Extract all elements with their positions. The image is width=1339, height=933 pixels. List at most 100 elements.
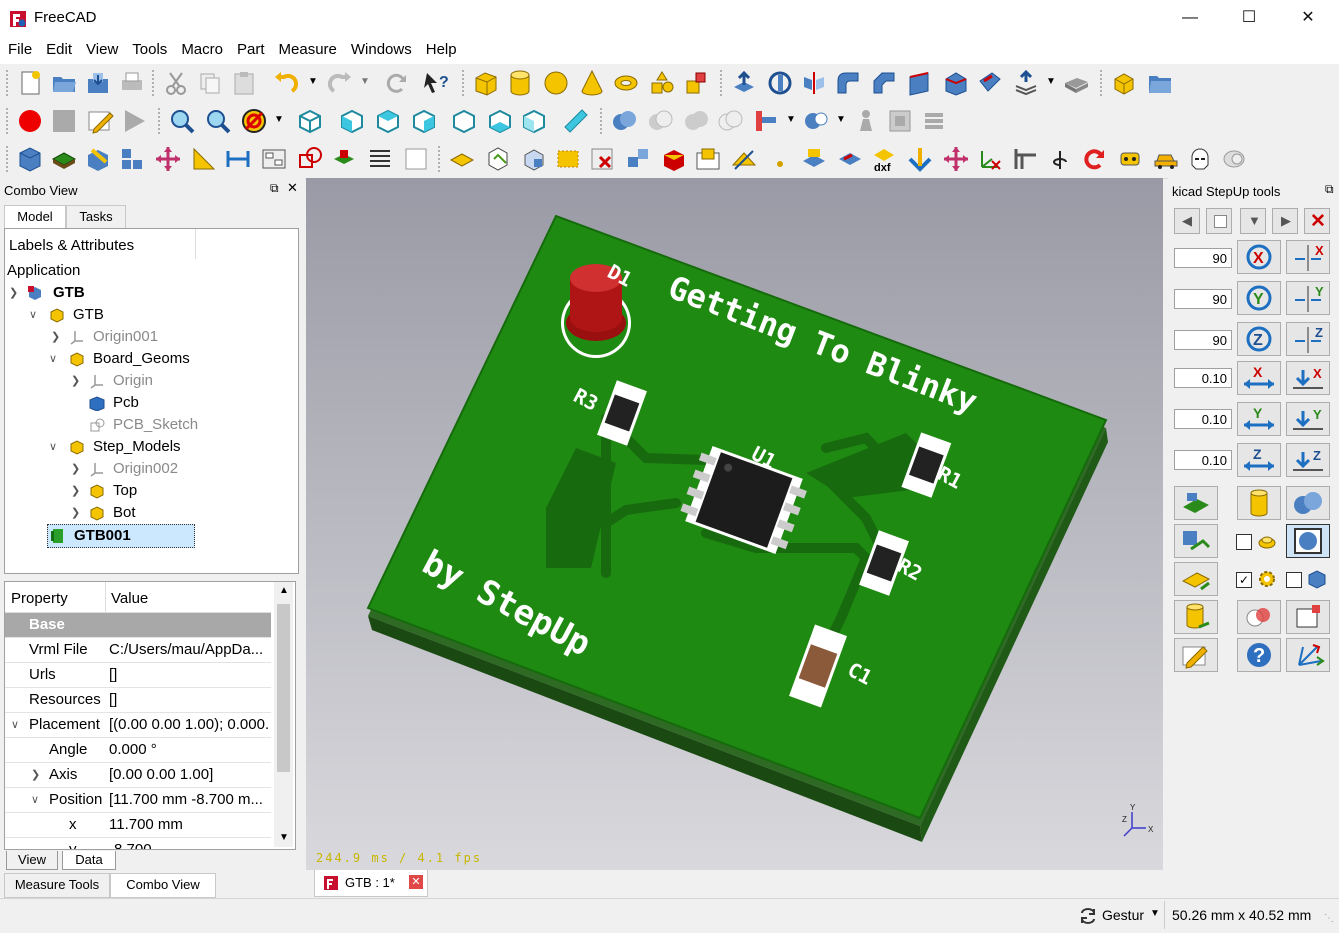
- collapsed-arrow-icon[interactable]: ❯: [71, 458, 80, 480]
- tree-item-gtb-document[interactable]: ❯ GTB: [5, 282, 295, 304]
- toolbar-grip[interactable]: [438, 146, 444, 172]
- part-cone-icon[interactable]: [578, 69, 606, 97]
- redo-dropdown-icon[interactable]: ▼: [360, 76, 370, 87]
- ksu-wrl-icon[interactable]: [484, 145, 512, 173]
- ksu-rotate-icon[interactable]: [1046, 145, 1074, 173]
- property-value[interactable]: -8.700: [109, 838, 269, 849]
- toolbar-grip[interactable]: [462, 70, 468, 96]
- property-row-x[interactable]: x 11.700 mm: [5, 813, 271, 838]
- create-group-icon[interactable]: [1146, 69, 1174, 97]
- tree-item-bot[interactable]: ❯ Bot: [5, 502, 295, 524]
- move-x-value[interactable]: 0.10: [1174, 368, 1232, 388]
- ksu-move-cross-icon[interactable]: [942, 145, 970, 173]
- ksu-combine-button[interactable]: [1174, 524, 1218, 558]
- thickness-icon[interactable]: [1062, 69, 1090, 97]
- tree-item-gtb001[interactable]: GTB001: [47, 524, 195, 548]
- ksu-option-checkbox-1[interactable]: [1236, 534, 1252, 550]
- ksu-dim-icon[interactable]: [554, 145, 582, 173]
- join-features-icon[interactable]: [752, 107, 780, 135]
- expand-arrow-icon[interactable]: ∨: [11, 713, 19, 737]
- rotate-x-button[interactable]: X: [1237, 240, 1281, 274]
- boolean-icon[interactable]: [610, 107, 638, 135]
- print-icon[interactable]: [118, 69, 146, 97]
- tree-item-board-geoms[interactable]: ∨ Board_Geoms: [5, 348, 295, 370]
- tab-tasks[interactable]: Tasks: [66, 205, 126, 229]
- ksu-dot-icon[interactable]: [766, 145, 794, 173]
- tree-item-pcb[interactable]: Pcb: [5, 392, 295, 414]
- toolbar-grip[interactable]: [6, 146, 12, 172]
- tree-item-top[interactable]: ❯ Top: [5, 480, 295, 502]
- nav-style-dropdown-icon[interactable]: ▼: [1150, 908, 1160, 919]
- fillet-icon[interactable]: [834, 69, 862, 97]
- draw-style-dropdown-icon[interactable]: ▼: [274, 114, 284, 125]
- tree-item-step-models[interactable]: ∨ Step_Models: [5, 436, 295, 458]
- move-z-value[interactable]: 0.10: [1174, 450, 1232, 470]
- view-isometric-icon[interactable]: [296, 107, 324, 135]
- ksu-transfer-icon[interactable]: [624, 145, 652, 173]
- undo-icon[interactable]: [272, 69, 300, 97]
- ksu-help-button[interactable]: ?: [1237, 638, 1281, 672]
- toolbar-grip[interactable]: [158, 108, 164, 134]
- ksu-pcb-box-icon[interactable]: [448, 145, 476, 173]
- rotate-z-button[interactable]: Z: [1237, 322, 1281, 356]
- ksu-bot-icon[interactable]: [1116, 145, 1144, 173]
- ksu-view-button[interactable]: [1286, 524, 1330, 558]
- ksu-remove-icon[interactable]: [588, 145, 616, 173]
- property-value[interactable]: [0.00 0.00 1.00]: [109, 763, 269, 787]
- ksu-measure-icon[interactable]: [190, 145, 218, 173]
- ksu-distance-icon[interactable]: [224, 145, 252, 173]
- part-sphere-icon[interactable]: [542, 69, 570, 97]
- whats-this-icon[interactable]: ?: [422, 69, 450, 97]
- navigation-style-label[interactable]: Gestur: [1102, 907, 1144, 923]
- property-row-resources[interactable]: Resources []: [5, 688, 271, 713]
- fuse-icon[interactable]: [682, 107, 710, 135]
- tab-data[interactable]: Data: [62, 851, 116, 870]
- revolve-icon[interactable]: [766, 69, 794, 97]
- undock-icon[interactable]: ⧉: [1325, 182, 1334, 197]
- maximize-icon[interactable]: ☐: [1226, 0, 1272, 38]
- toolbar-grip[interactable]: [152, 70, 158, 96]
- ksu-sync-icon[interactable]: [800, 145, 828, 173]
- ksu-cylinder-grey-icon[interactable]: [1220, 145, 1248, 173]
- property-scrollbar[interactable]: ▲ ▼: [274, 582, 293, 847]
- close-tab-icon[interactable]: ✕: [409, 875, 423, 889]
- menu-edit[interactable]: Edit: [38, 38, 78, 58]
- scroll-down-icon[interactable]: ▼: [279, 832, 289, 843]
- ksu-car-icon[interactable]: [1152, 145, 1180, 173]
- toolbar-grip[interactable]: [6, 70, 12, 96]
- property-group-base[interactable]: Base: [5, 613, 271, 638]
- ksu-axes-icon[interactable]: [976, 145, 1004, 173]
- undock-icon[interactable]: ⧉: [270, 181, 279, 196]
- redo-icon[interactable]: [326, 69, 354, 97]
- ksu-stop-button[interactable]: [1206, 208, 1232, 234]
- view-rear-icon[interactable]: [450, 107, 478, 135]
- new-document-icon[interactable]: [16, 69, 44, 97]
- mirror-z-button[interactable]: Z: [1286, 322, 1330, 356]
- menu-view[interactable]: View: [78, 38, 124, 58]
- collapsed-arrow-icon[interactable]: ❯: [71, 502, 80, 524]
- measure-distance-icon[interactable]: [562, 107, 590, 135]
- snap-z-button[interactable]: Z: [1286, 443, 1330, 477]
- rotate-x-value[interactable]: 90: [1174, 248, 1232, 268]
- ksu-blank-icon[interactable]: [402, 145, 430, 173]
- tree-item-origin[interactable]: ❯ Origin: [5, 370, 295, 392]
- tab-combo-view[interactable]: Combo View: [110, 873, 216, 898]
- chamfer-icon[interactable]: [870, 69, 898, 97]
- macro-stop-icon[interactable]: [50, 107, 78, 135]
- close-panel-icon[interactable]: ✕: [287, 180, 298, 196]
- ksu-option-checkbox-2[interactable]: ✓: [1236, 572, 1252, 588]
- ksu-next-button[interactable]: ▶: [1272, 208, 1298, 234]
- make-face-icon[interactable]: [906, 69, 934, 97]
- tab-measure-tools[interactable]: Measure Tools: [4, 873, 110, 898]
- ksu-pcb-pos-button[interactable]: [1174, 486, 1218, 520]
- tree-item-pcb-sketch[interactable]: PCB_Sketch: [5, 414, 295, 436]
- property-value[interactable]: []: [109, 688, 269, 712]
- property-value[interactable]: 0.000 °: [109, 738, 269, 762]
- property-value[interactable]: []: [109, 663, 269, 687]
- property-row-placement[interactable]: ∨ Placement [(0.00 0.00 1.00); 0.000...: [5, 713, 271, 738]
- ksu-checker-icon[interactable]: [260, 145, 288, 173]
- property-row-urls[interactable]: Urls []: [5, 663, 271, 688]
- ksu-edit-button[interactable]: [1174, 638, 1218, 672]
- compound-tools-icon[interactable]: [802, 107, 830, 135]
- cut-shapes-icon[interactable]: [646, 107, 674, 135]
